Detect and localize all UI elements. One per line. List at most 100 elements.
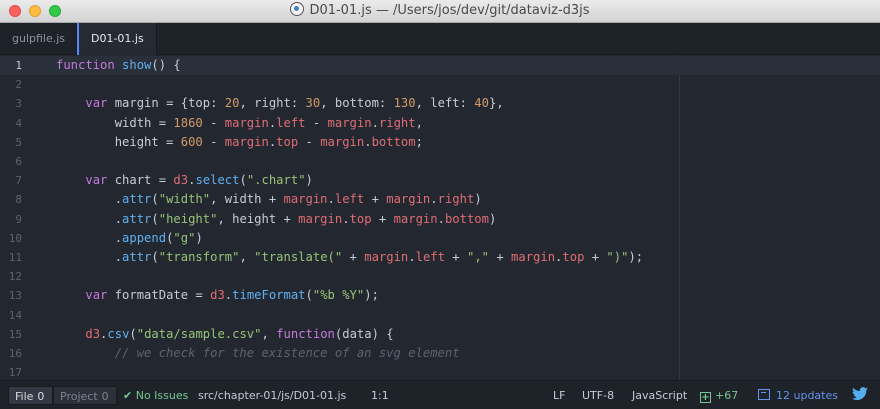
- twitter-bird-icon[interactable]: [852, 381, 868, 409]
- line-number[interactable]: 8: [0, 190, 22, 209]
- code-text[interactable]: width = 1860 - margin.left - margin.righ…: [56, 114, 423, 133]
- code-text[interactable]: .attr("transform", "translate(" + margin…: [56, 248, 643, 267]
- code-line[interactable]: 16 // we check for the existence of an s…: [0, 344, 880, 363]
- line-number[interactable]: 9: [0, 210, 22, 229]
- code-token: "data/sample.csv": [136, 326, 262, 341]
- code-line[interactable]: 5 height = 600 - margin.top - margin.bot…: [0, 133, 880, 152]
- code-token: ",": [466, 250, 489, 264]
- code-line[interactable]: 10 .append("g"): [0, 229, 880, 248]
- code-token: right: [378, 115, 416, 130]
- code-line[interactable]: 11 .attr("transform", "translate(" + mar…: [0, 248, 880, 267]
- code-line[interactable]: 15 d3.csv("data/sample.csv", function(da…: [0, 325, 880, 344]
- code-line[interactable]: 14: [0, 306, 880, 325]
- code-token: .: [56, 250, 123, 264]
- code-text[interactable]: .attr("height", height + margin.top + ma…: [56, 210, 497, 229]
- tab-d01-01[interactable]: D01-01.js: [77, 23, 157, 55]
- grammar-selector[interactable]: JavaScript: [632, 381, 687, 409]
- code-text[interactable]: var formatDate = d3.timeFormat("%b %Y");: [56, 286, 379, 305]
- code-line[interactable]: 2: [0, 75, 880, 94]
- code-token: d3: [173, 173, 189, 188]
- git-added-lines[interactable]: + +67: [700, 381, 738, 409]
- document-icon: [290, 2, 305, 16]
- code-text[interactable]: var chart = d3.select(".chart"): [56, 171, 313, 190]
- code-text[interactable]: // we check for the existence of an svg …: [56, 344, 460, 363]
- diff-added-icon: +: [700, 392, 711, 403]
- tab-bar: gulpfile.js D01-01.js: [0, 23, 880, 55]
- line-number[interactable]: 12: [0, 267, 22, 286]
- line-ending[interactable]: LF: [553, 381, 565, 409]
- code-line[interactable]: 8 .attr("width", width + margin.left + m…: [0, 190, 880, 209]
- line-number[interactable]: 11: [0, 248, 22, 267]
- code-token: +: [342, 250, 365, 264]
- package-icon: [758, 389, 770, 400]
- code-text[interactable]: .append("g"): [56, 229, 203, 248]
- line-number[interactable]: 3: [0, 94, 22, 113]
- code-line[interactable]: 3 var margin = {top: 20, right: 30, bott…: [0, 94, 880, 113]
- line-number[interactable]: 2: [0, 75, 22, 94]
- line-number[interactable]: 17: [0, 363, 22, 380]
- tab-gulpfile[interactable]: gulpfile.js: [0, 23, 77, 54]
- line-number[interactable]: 10: [0, 229, 22, 248]
- line-number[interactable]: 13: [0, 286, 22, 305]
- code-line[interactable]: 12: [0, 267, 880, 286]
- window-title-text: D01-01.js — /Users/jos/dev/git/dataviz-d…: [309, 3, 590, 18]
- code-line[interactable]: 17: [0, 363, 880, 380]
- code-token: ): [305, 173, 313, 188]
- code-line[interactable]: 6: [0, 152, 880, 171]
- code-line[interactable]: 1 function show() {: [0, 56, 880, 76]
- line-number[interactable]: 4: [0, 114, 22, 133]
- code-token: var: [85, 96, 108, 111]
- line-number[interactable]: 5: [0, 133, 22, 152]
- project-issue-count: 0: [101, 390, 109, 403]
- project-issues-tab[interactable]: Project 0: [53, 386, 117, 405]
- code-text[interactable]: function show() {: [56, 56, 181, 75]
- package-updates[interactable]: 12 updates: [758, 381, 838, 409]
- code-token: margin: [511, 250, 556, 264]
- code-token: attr: [122, 211, 152, 226]
- code-token: ,: [261, 326, 277, 341]
- code-token: (data) {: [334, 326, 394, 341]
- code-token: right: [437, 192, 475, 207]
- line-number[interactable]: 15: [0, 325, 22, 344]
- line-number[interactable]: 1: [0, 56, 22, 75]
- project-tab-label: Project: [60, 390, 98, 403]
- code-token: bottom: [371, 134, 416, 149]
- code-editor[interactable]: 1 function show() { 2 3 var margin = {top: …: [0, 55, 880, 380]
- code-token: margin: [364, 250, 409, 264]
- code-token: 130: [393, 96, 416, 111]
- code-line[interactable]: 9 .attr("height", height + margin.top + …: [0, 210, 880, 229]
- code-token: .: [56, 211, 123, 226]
- file-path[interactable]: src/chapter-01/js/D01-01.js: [198, 381, 346, 409]
- code-line[interactable]: 7 var chart = d3.select(".chart"): [0, 171, 880, 190]
- code-token: .: [342, 211, 350, 226]
- code-text[interactable]: height = 600 - margin.top - margin.botto…: [56, 133, 423, 152]
- code-token: margin: [327, 115, 372, 130]
- code-token: -: [202, 115, 225, 130]
- code-text[interactable]: var margin = {top: 20, right: 30, bottom…: [56, 94, 504, 113]
- file-encoding[interactable]: UTF-8: [582, 381, 614, 409]
- code-token: width =: [56, 115, 174, 130]
- code-text[interactable]: .attr("width", width + margin.left + mar…: [56, 190, 482, 209]
- file-issues-tab[interactable]: File 0: [8, 386, 53, 405]
- code-token: },: [488, 96, 504, 111]
- code-token: ")": [606, 250, 629, 264]
- linter-status[interactable]: ✔ No Issues: [123, 381, 188, 409]
- code-token: .: [327, 192, 335, 207]
- line-number[interactable]: 14: [0, 306, 22, 325]
- line-number[interactable]: 7: [0, 171, 22, 190]
- code-token: .: [56, 230, 123, 245]
- cursor-position[interactable]: 1:1: [371, 381, 389, 409]
- code-token: 40: [474, 96, 489, 111]
- line-number[interactable]: 6: [0, 152, 22, 171]
- line-number[interactable]: 16: [0, 344, 22, 363]
- code-line[interactable]: 4 width = 1860 - margin.left - margin.ri…: [0, 114, 880, 133]
- code-token: left: [276, 115, 306, 130]
- code-text[interactable]: d3.csv("data/sample.csv", function(data)…: [56, 325, 394, 344]
- code-token: top: [349, 211, 372, 226]
- code-token: margin = {top:: [107, 96, 225, 111]
- code-line[interactable]: 13 var formatDate = d3.timeFormat("%b %Y…: [0, 286, 880, 305]
